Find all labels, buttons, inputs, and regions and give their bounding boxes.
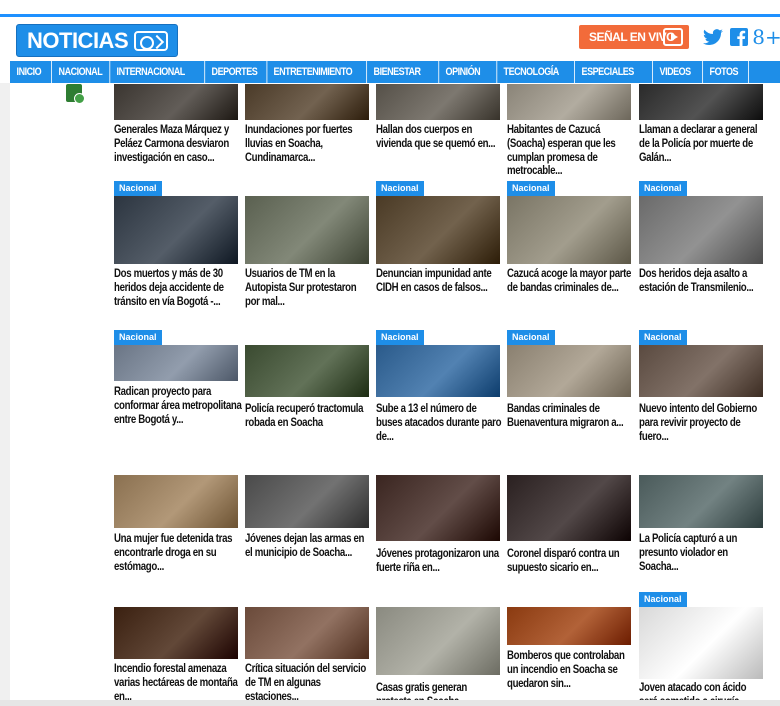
- share-icon[interactable]: [66, 84, 85, 104]
- news-headline[interactable]: Habitantes de Cazucá (Soacha) esperan qu…: [507, 124, 635, 179]
- play-icon: [663, 28, 683, 46]
- facebook-icon[interactable]: [728, 25, 750, 49]
- horizontal-scrollbar[interactable]: [0, 700, 780, 706]
- news-thumbnail[interactable]: [639, 607, 763, 679]
- site-header: NOTICIAS SEÑAL EN VIVO 8+: [10, 14, 780, 58]
- category-badge[interactable]: Nacional: [639, 330, 687, 345]
- news-thumbnail[interactable]: [639, 345, 763, 397]
- category-badge[interactable]: Nacional: [114, 330, 162, 345]
- news-thumbnail[interactable]: [245, 475, 369, 528]
- news-headline[interactable]: Incendio forestal amenaza varias hectáre…: [114, 663, 242, 704]
- news-headline[interactable]: Coronel disparó contra un supuesto sicar…: [507, 548, 635, 576]
- news-thumbnail[interactable]: [507, 475, 631, 541]
- nav-item-fotos[interactable]: FOTOS: [703, 61, 749, 83]
- nav-item-opinion[interactable]: OPINIÓN: [439, 61, 497, 83]
- news-headline[interactable]: Jóvenes dejan las armas en el municipio …: [245, 533, 373, 561]
- category-badge[interactable]: Nacional: [114, 181, 162, 196]
- news-thumbnail[interactable]: [114, 607, 238, 659]
- news-thumbnail[interactable]: [114, 84, 238, 120]
- news-headline[interactable]: Hallan dos cuerpos en vivienda que se qu…: [376, 124, 504, 152]
- news-thumbnail[interactable]: [245, 196, 369, 264]
- news-thumbnail[interactable]: [639, 196, 763, 264]
- twitter-icon[interactable]: [702, 25, 724, 49]
- category-badge[interactable]: Nacional: [376, 181, 424, 196]
- nav-item-especiales[interactable]: ESPECIALES: [575, 61, 653, 83]
- category-badge[interactable]: Nacional: [507, 181, 555, 196]
- news-headline[interactable]: Nuevo intento del Gobierno para revivir …: [639, 403, 767, 444]
- news-thumbnail[interactable]: [376, 196, 500, 264]
- news-thumbnail[interactable]: [376, 475, 500, 541]
- news-headline[interactable]: Generales Maza Márquez y Peláez Carmona …: [114, 124, 242, 165]
- nav-item-videos[interactable]: VIDEOS: [653, 61, 703, 83]
- category-badge[interactable]: Nacional: [639, 592, 687, 607]
- news-thumbnail[interactable]: [376, 84, 500, 120]
- news-headline[interactable]: Policía recuperó tractomula robada en So…: [245, 403, 373, 431]
- news-headline[interactable]: Usuarios de TM en la Autopista Sur prote…: [245, 268, 373, 309]
- news-thumbnail[interactable]: [114, 196, 238, 264]
- news-headline[interactable]: Sube a 13 el número de buses atacados du…: [376, 403, 504, 444]
- top-accent-line: [0, 14, 10, 17]
- nav-item-tecnologia[interactable]: TECNOLOGÍA: [497, 61, 575, 83]
- nav-item-deportes[interactable]: DEPORTES: [205, 61, 267, 83]
- news-headline[interactable]: Inundaciones por fuertes lluvias en Soac…: [245, 124, 373, 165]
- news-headline[interactable]: Llaman a declarar a general de la Policí…: [639, 124, 767, 165]
- news-headline[interactable]: Bandas criminales de Buenaventura migrar…: [507, 403, 635, 431]
- news-thumbnail[interactable]: [376, 345, 500, 397]
- news-headline[interactable]: Una mujer fue detenida tras encontrarle …: [114, 533, 242, 574]
- news-thumbnail[interactable]: [507, 345, 631, 397]
- category-badge[interactable]: Nacional: [376, 330, 424, 345]
- news-thumbnail[interactable]: [245, 84, 369, 120]
- site-logo[interactable]: NOTICIAS: [16, 24, 178, 57]
- category-badge[interactable]: Nacional: [639, 181, 687, 196]
- news-headline[interactable]: Crítica situación del servicio de TM en …: [245, 663, 373, 704]
- news-thumbnail[interactable]: [114, 475, 238, 528]
- news-thumbnail[interactable]: [507, 196, 631, 264]
- google-plus-glyph: 8+: [752, 25, 780, 49]
- left-gutter: [0, 83, 10, 706]
- news-thumbnail[interactable]: [245, 345, 369, 397]
- news-headline[interactable]: La Policía capturó a un presunto violado…: [639, 533, 767, 574]
- news-headline[interactable]: Dos muertos y más de 30 heridos deja acc…: [114, 268, 242, 309]
- news-headline[interactable]: Cazucá acoge la mayor parte de bandas cr…: [507, 268, 635, 296]
- nav-item-entretenimiento[interactable]: ENTRETENIMIENTO: [267, 61, 367, 83]
- live-signal-button[interactable]: SEÑAL EN VIVO: [579, 25, 689, 49]
- news-thumbnail[interactable]: [639, 84, 763, 120]
- news-thumbnail[interactable]: [639, 475, 763, 528]
- google-plus-icon[interactable]: 8+: [752, 25, 780, 49]
- news-thumbnail[interactable]: [507, 84, 631, 120]
- news-headline[interactable]: Jóvenes protagonizaron una fuerte riña e…: [376, 548, 504, 576]
- news-headline[interactable]: Bomberos que controlaban un incendio en …: [507, 650, 635, 691]
- news-thumbnail[interactable]: [114, 345, 238, 381]
- news-thumbnail[interactable]: [245, 607, 369, 659]
- nav-item-nacional[interactable]: NACIONAL: [52, 61, 110, 83]
- main-navigation: INICIO NACIONAL INTERNACIONAL DEPORTES ENTRE…: [10, 61, 780, 83]
- news-thumbnail[interactable]: [507, 607, 631, 645]
- news-headline[interactable]: Denuncian impunidad ante CIDH en casos d…: [376, 268, 504, 296]
- news-headline[interactable]: Radican proyecto para conformar área met…: [114, 386, 242, 427]
- category-badge[interactable]: Nacional: [507, 330, 555, 345]
- news-thumbnail[interactable]: [376, 607, 500, 675]
- nav-item-bienestar[interactable]: BIENESTAR: [367, 61, 439, 83]
- logo-text: NOTICIAS: [27, 27, 129, 53]
- camera-icon: [134, 30, 169, 51]
- nav-item-internacional[interactable]: INTERNACIONAL: [110, 61, 205, 83]
- news-headline[interactable]: Dos heridos deja asalto a estación de Tr…: [639, 268, 767, 296]
- nav-item-inicio[interactable]: INICIO: [10, 61, 52, 83]
